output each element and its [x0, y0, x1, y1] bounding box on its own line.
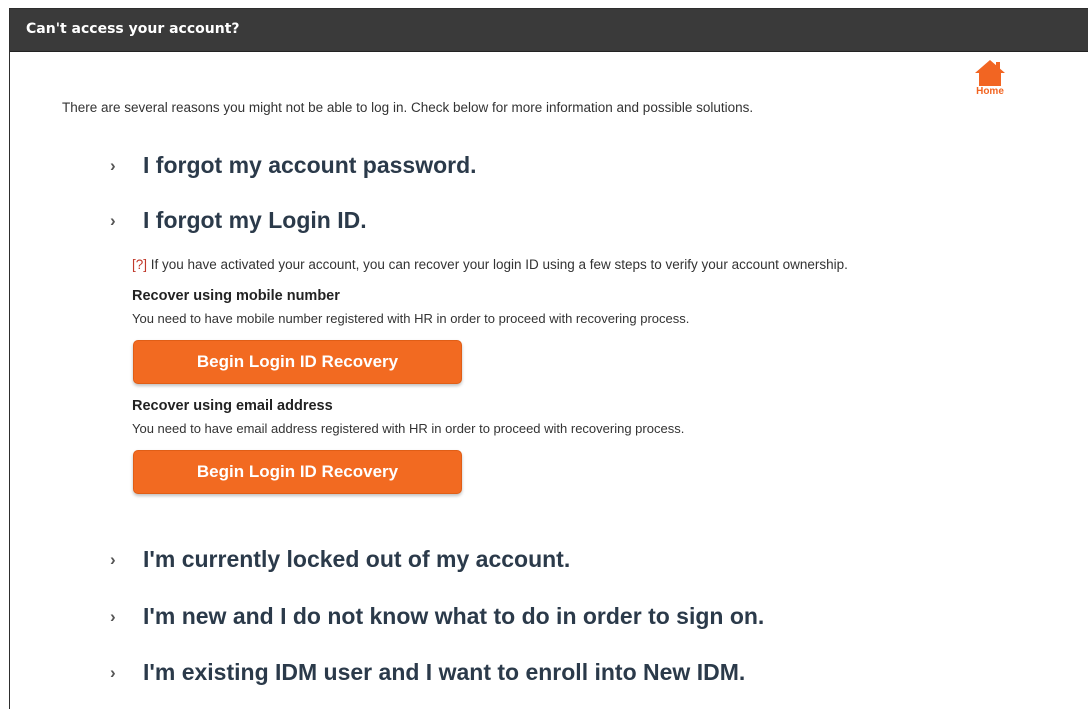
section-locked-out[interactable]: › I'm currently locked out of my account…	[110, 546, 570, 573]
title-bar: Can't access your account?	[10, 9, 1088, 52]
section-forgot-password[interactable]: › I forgot my account password.	[110, 152, 477, 179]
section-forgot-login-id[interactable]: › I forgot my Login ID.	[110, 207, 367, 234]
intro-text: There are several reasons you might not …	[62, 100, 754, 115]
chevron-right-icon: ›	[110, 210, 116, 230]
account-help-panel: Can't access your account? Home There ar…	[9, 8, 1088, 709]
section-new-user[interactable]: › I'm new and I do not know what to do i…	[110, 603, 764, 630]
help-text: If you have activated your account, you …	[147, 257, 848, 272]
chevron-right-icon: ›	[110, 549, 116, 569]
chevron-right-icon: ›	[110, 155, 116, 175]
section-label: I'm existing IDM user and I want to enro…	[143, 659, 746, 685]
section-label: I'm new and I do not know what to do in …	[143, 603, 765, 629]
section-label: I forgot my account password.	[143, 152, 477, 178]
recover-email-desc: You need to have email address registere…	[132, 421, 685, 436]
home-button[interactable]: Home	[970, 59, 1010, 105]
login-id-help: [?] If you have activated your account, …	[132, 257, 848, 272]
recover-mobile-desc: You need to have mobile number registere…	[132, 311, 690, 326]
window-title: Can't access your account?	[26, 21, 240, 37]
section-label: I'm currently locked out of my account.	[143, 546, 571, 572]
section-enroll-new-idm[interactable]: › I'm existing IDM user and I want to en…	[110, 659, 745, 686]
chevron-right-icon: ›	[110, 662, 116, 682]
recover-email-title: Recover using email address	[132, 398, 333, 414]
home-icon	[975, 60, 1005, 86]
help-marker[interactable]: [?]	[132, 257, 147, 272]
begin-recovery-mobile-button[interactable]: Begin Login ID Recovery	[133, 340, 462, 384]
chevron-right-icon: ›	[110, 606, 116, 626]
section-label: I forgot my Login ID.	[143, 207, 367, 233]
begin-recovery-email-button[interactable]: Begin Login ID Recovery	[133, 450, 462, 494]
home-label: Home	[976, 86, 1004, 97]
recover-mobile-title: Recover using mobile number	[132, 288, 340, 304]
